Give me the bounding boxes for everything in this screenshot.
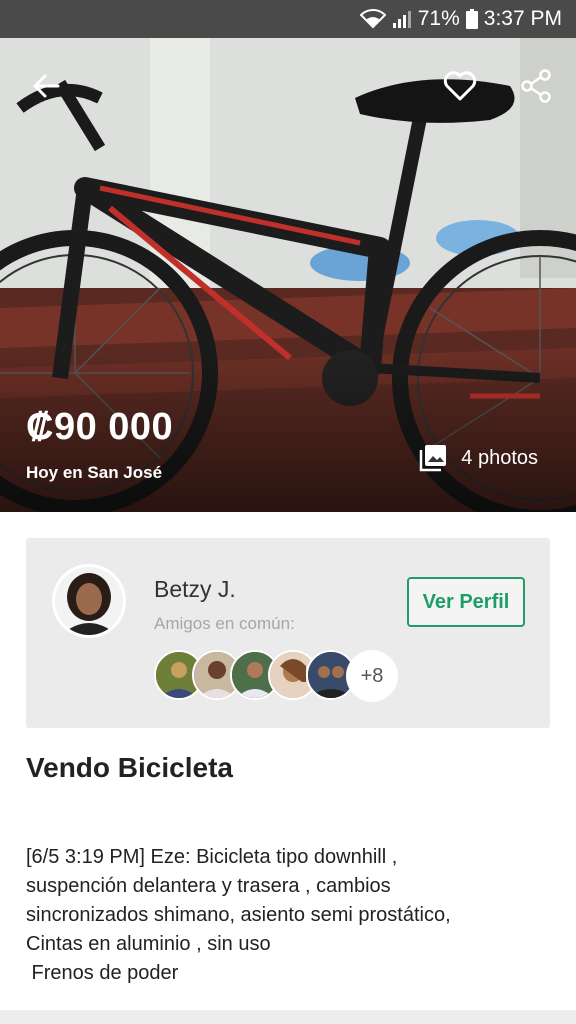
arrow-left-icon — [33, 74, 60, 98]
bottom-divider — [0, 1010, 576, 1024]
view-profile-button[interactable]: Ver Perfil — [407, 577, 525, 627]
back-button[interactable] — [24, 64, 68, 108]
wifi-icon — [359, 9, 386, 29]
share-button[interactable] — [514, 64, 558, 108]
share-icon — [521, 69, 551, 103]
battery-icon — [465, 9, 478, 29]
listing-photo[interactable]: ₡90 000 Hoy en San José 4 photos — [0, 38, 576, 512]
favorite-button[interactable] — [438, 64, 482, 108]
listing-location: Hoy en San José — [26, 463, 163, 482]
mutual-friends-label: Amigos en común: — [154, 614, 295, 633]
photo-count-label: 4 photos — [461, 446, 538, 469]
status-bar: 71% 3:37 PM — [0, 0, 576, 38]
heart-icon — [443, 71, 477, 101]
more-mutual-friends[interactable]: +8 — [346, 650, 398, 702]
description-line: Frenos de poder — [26, 962, 179, 984]
battery-percent: 71% — [417, 7, 460, 30]
description-line: suspención delantera y trasera , cambios — [26, 875, 391, 897]
description-line: Cintas en aluminio , sin uso — [26, 933, 271, 955]
description-line: [6/5 3:19 PM] Eze: Bicicleta tipo downhi… — [26, 846, 398, 868]
seller-name: Betzy J. — [154, 576, 236, 602]
listing-description: [6/5 3:19 PM] Eze: Bicicleta tipo downhi… — [26, 843, 556, 988]
description-line: sincronizados shimano, asiento semi pros… — [26, 904, 451, 926]
person-photo — [55, 567, 123, 635]
seller-card: Betzy J. Amigos en común: Ver Perfil +8 — [26, 538, 550, 728]
photo-count[interactable]: 4 photos — [419, 444, 538, 472]
listing-price: ₡90 000 — [26, 406, 174, 448]
listing-title: Vendo Bicicleta — [26, 752, 233, 783]
signal-icon — [392, 11, 411, 28]
photo-library-icon — [420, 445, 447, 472]
seller-avatar[interactable] — [52, 564, 126, 638]
clock: 3:37 PM — [483, 7, 562, 30]
